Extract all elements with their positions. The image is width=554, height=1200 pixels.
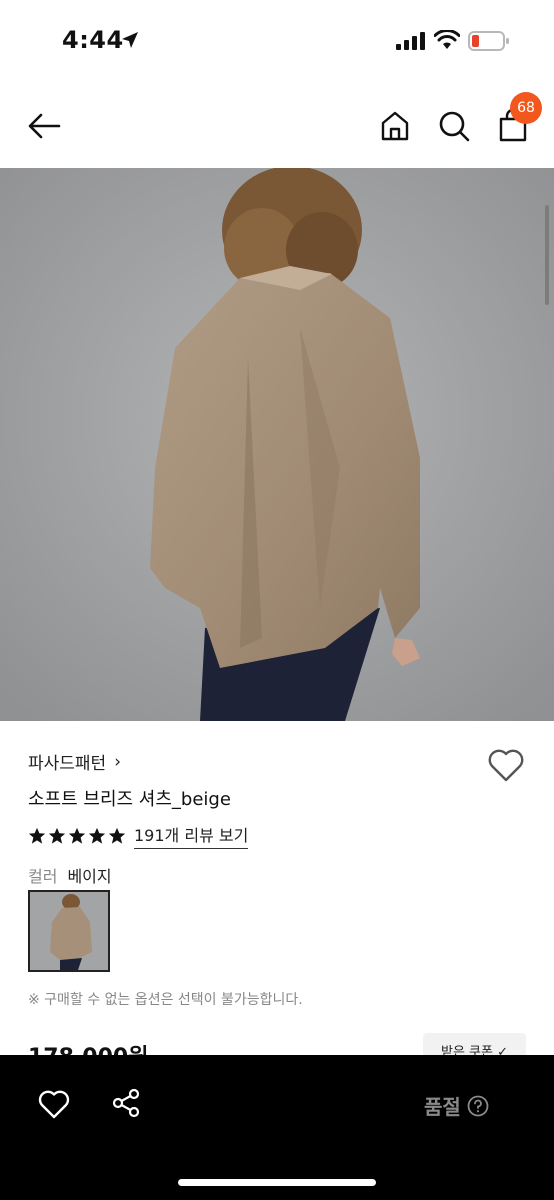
chevron-right-icon: › <box>114 751 122 772</box>
heart-icon[interactable] <box>487 747 525 783</box>
rating-stars <box>28 827 126 845</box>
home-icon[interactable] <box>377 108 413 144</box>
battery-icon <box>468 31 509 51</box>
signal-icon <box>396 32 425 50</box>
star-icon <box>48 827 66 844</box>
bottom-action-bar: 품절 <box>0 1055 554 1200</box>
rating-row: 191개 리뷰 보기 <box>28 822 249 849</box>
search-icon[interactable] <box>436 108 472 144</box>
cart-count-badge: 68 <box>510 92 542 124</box>
soldout-status: 품절 <box>424 1091 489 1120</box>
image-scroll-indicator <box>545 205 549 305</box>
product-image[interactable] <box>0 168 554 721</box>
heart-icon[interactable] <box>38 1089 70 1119</box>
star-icon <box>88 827 106 844</box>
home-indicator <box>178 1179 376 1186</box>
review-link[interactable]: 191개 리뷰 보기 <box>134 822 249 849</box>
star-icon <box>108 827 126 844</box>
status-bar: 4:44 <box>0 0 554 84</box>
color-value: 베이지 <box>67 867 112 886</box>
help-icon[interactable] <box>467 1095 489 1117</box>
star-icon <box>68 827 86 844</box>
wifi-icon <box>434 30 460 49</box>
soldout-label: 품절 <box>424 1095 461 1119</box>
back-arrow-icon[interactable] <box>26 108 62 144</box>
product-name: 소프트 브리즈 셔츠_beige <box>28 789 231 810</box>
option-notice: ※ 구매할 수 없는 옵션은 선택이 불가능합니다. <box>28 992 303 1008</box>
color-label: 컬러 <box>28 867 58 886</box>
star-icon <box>28 827 46 844</box>
color-swatch-beige[interactable] <box>28 890 110 972</box>
nav-bar <box>0 84 554 168</box>
brand-link[interactable]: 파사드패턴 › <box>28 749 122 775</box>
share-icon[interactable] <box>110 1087 142 1119</box>
swatch-thumbnail <box>30 892 108 970</box>
product-photo <box>0 168 554 721</box>
location-arrow-icon <box>122 32 138 48</box>
status-time: 4:44 <box>62 26 124 54</box>
brand-name: 파사드패턴 <box>28 754 107 774</box>
color-option-row: 컬러 베이지 <box>28 863 112 887</box>
